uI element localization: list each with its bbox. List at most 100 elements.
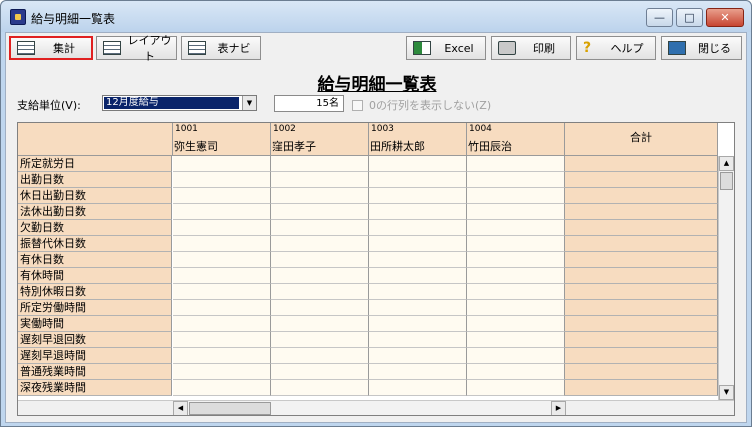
close-window-button[interactable]: ✕ xyxy=(706,8,744,27)
data-cell[interactable] xyxy=(369,220,467,236)
data-cell[interactable] xyxy=(173,268,271,284)
total-cell xyxy=(565,188,718,204)
data-cell[interactable] xyxy=(271,300,369,316)
data-cell[interactable] xyxy=(173,204,271,220)
data-cell[interactable] xyxy=(467,236,565,252)
data-cell[interactable] xyxy=(173,220,271,236)
checkbox-box[interactable] xyxy=(352,99,363,111)
layout-button[interactable]: レイアウト xyxy=(96,34,177,63)
data-cell[interactable] xyxy=(271,316,369,332)
data-cell[interactable] xyxy=(467,332,565,348)
employee-name: 竹田辰治 xyxy=(468,140,512,153)
data-cell[interactable] xyxy=(369,268,467,284)
column-header-employee[interactable]: 1002 窪田孝子 xyxy=(271,123,369,156)
data-cell[interactable] xyxy=(369,284,467,300)
report-title: 給与明細一覧表 xyxy=(317,75,437,95)
data-cell[interactable] xyxy=(271,220,369,236)
data-cell[interactable] xyxy=(173,236,271,252)
data-cell[interactable] xyxy=(271,204,369,220)
employee-count: 15名 xyxy=(274,95,344,112)
title-bar[interactable]: 給与明細一覧表 — □ ✕ xyxy=(1,1,751,32)
data-cell[interactable] xyxy=(467,316,565,332)
vertical-scroll-thumb[interactable] xyxy=(720,172,733,190)
column-header-total[interactable]: 合計 xyxy=(565,123,718,156)
data-cell[interactable] xyxy=(271,332,369,348)
hide-zero-checkbox[interactable]: 0の行列を表示しない(Z) xyxy=(352,97,491,113)
data-cell[interactable] xyxy=(369,316,467,332)
data-cell[interactable] xyxy=(369,300,467,316)
data-cell[interactable] xyxy=(369,364,467,380)
data-cell[interactable] xyxy=(173,380,271,396)
data-cell[interactable] xyxy=(467,348,565,364)
data-cell[interactable] xyxy=(369,172,467,188)
data-cell[interactable] xyxy=(173,316,271,332)
data-cell[interactable] xyxy=(369,380,467,396)
data-cell[interactable] xyxy=(467,156,565,172)
column-header-employee[interactable]: 1003 田所耕太郎 xyxy=(369,123,467,156)
data-cell[interactable] xyxy=(369,188,467,204)
data-cell[interactable] xyxy=(271,156,369,172)
print-button[interactable]: 印刷 xyxy=(491,36,571,60)
aggregate-button[interactable]: 集計 xyxy=(9,36,93,60)
data-cell[interactable] xyxy=(271,268,369,284)
payment-unit-label: 支給単位(V): xyxy=(17,99,81,112)
chevron-down-icon[interactable]: ▼ xyxy=(242,96,256,110)
data-cell[interactable] xyxy=(467,268,565,284)
data-cell[interactable] xyxy=(173,284,271,300)
help-button[interactable]: ? ヘルプ xyxy=(576,36,656,60)
table-navi-button[interactable]: 表ナビ xyxy=(181,36,261,60)
data-cell[interactable] xyxy=(369,204,467,220)
data-cell[interactable] xyxy=(271,188,369,204)
data-cell[interactable] xyxy=(271,348,369,364)
data-cell[interactable] xyxy=(173,364,271,380)
data-cell[interactable] xyxy=(271,252,369,268)
table-icon xyxy=(17,41,35,55)
data-cell[interactable] xyxy=(467,284,565,300)
data-cell[interactable] xyxy=(369,348,467,364)
data-cell[interactable] xyxy=(271,364,369,380)
scroll-left-icon[interactable]: ◀ xyxy=(173,401,188,415)
data-cell[interactable] xyxy=(369,236,467,252)
maximize-button[interactable]: □ xyxy=(676,8,703,27)
total-cell xyxy=(565,172,718,188)
scroll-right-icon[interactable]: ▶ xyxy=(551,401,566,415)
total-cell xyxy=(565,348,718,364)
aggregate-label: 集計 xyxy=(53,42,75,55)
minimize-button[interactable]: — xyxy=(646,8,673,27)
close-button[interactable]: 閉じる xyxy=(661,36,742,60)
vertical-scrollbar[interactable]: ▲ ▼ xyxy=(718,156,734,400)
data-cell[interactable] xyxy=(271,380,369,396)
horizontal-scroll-thumb[interactable] xyxy=(189,402,271,415)
data-cell[interactable] xyxy=(467,172,565,188)
data-cell[interactable] xyxy=(173,188,271,204)
data-cell[interactable] xyxy=(467,252,565,268)
data-cell[interactable] xyxy=(467,364,565,380)
horizontal-scrollbar[interactable]: ◀ ▶ xyxy=(173,400,566,415)
data-cell[interactable] xyxy=(173,300,271,316)
data-cell[interactable] xyxy=(467,300,565,316)
data-cell[interactable] xyxy=(369,252,467,268)
data-cell[interactable] xyxy=(467,380,565,396)
table-row: 実働時間 xyxy=(18,316,718,332)
data-cell[interactable] xyxy=(173,252,271,268)
data-cell[interactable] xyxy=(369,156,467,172)
data-cell[interactable] xyxy=(173,156,271,172)
data-cell[interactable] xyxy=(173,348,271,364)
scroll-up-icon[interactable]: ▲ xyxy=(719,156,734,171)
data-cell[interactable] xyxy=(467,220,565,236)
data-cell[interactable] xyxy=(467,204,565,220)
window-title: 給与明細一覧表 xyxy=(31,12,116,26)
data-cell[interactable] xyxy=(173,172,271,188)
data-cell[interactable] xyxy=(271,172,369,188)
excel-button[interactable]: Excel xyxy=(406,36,486,60)
data-cell[interactable] xyxy=(173,332,271,348)
data-cell[interactable] xyxy=(271,284,369,300)
column-header-employee[interactable]: 1004 竹田辰治 xyxy=(467,123,565,156)
data-cell[interactable] xyxy=(467,188,565,204)
total-cell xyxy=(565,380,718,396)
scroll-down-icon[interactable]: ▼ xyxy=(719,385,734,400)
column-header-employee[interactable]: 1001 弥生憲司 xyxy=(173,123,271,156)
data-cell[interactable] xyxy=(369,332,467,348)
data-cell[interactable] xyxy=(271,236,369,252)
payment-unit-select[interactable]: 12月度給与 ▼ xyxy=(102,95,257,111)
